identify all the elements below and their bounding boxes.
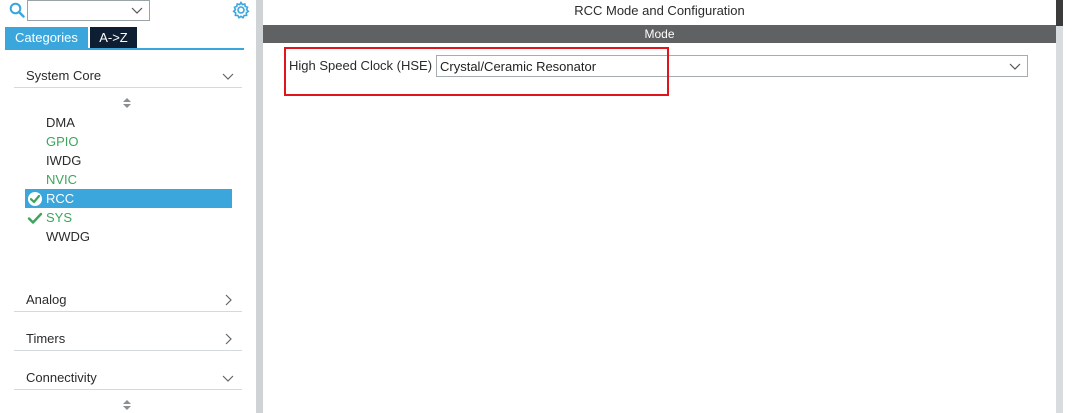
category-connectivity[interactable]: Connectivity (14, 365, 242, 390)
chevron-down-icon[interactable] (222, 70, 234, 82)
tree-item-label: SYS (46, 210, 73, 225)
category-analog[interactable]: Analog (14, 287, 242, 312)
tree-item-iwdg[interactable]: IWDG (25, 151, 232, 170)
tree-item-gpio[interactable]: GPIO (25, 132, 232, 151)
search-input[interactable] (27, 0, 150, 21)
right-splitter-bar[interactable] (1056, 0, 1063, 413)
main-panel: RCC Mode and Configuration Mode High Spe… (263, 0, 1056, 413)
search-icon[interactable] (9, 2, 25, 18)
category-timers[interactable]: Timers (14, 326, 242, 351)
tree-item-sys[interactable]: SYS (25, 208, 232, 227)
chevron-down-icon[interactable] (1009, 60, 1021, 72)
scroll-arrows-icon[interactable] (122, 97, 132, 109)
tab-categories[interactable]: Categories (5, 27, 88, 48)
tree-item-nvic[interactable]: NVIC (25, 170, 232, 189)
category-label: Timers (26, 331, 66, 346)
tree-item-label: GPIO (46, 134, 79, 149)
check-circle-icon (28, 192, 42, 206)
tree-item-label: RCC (46, 191, 75, 206)
tree-item-wwdg[interactable]: WWDG (25, 227, 232, 246)
chevron-down-icon[interactable] (131, 4, 143, 16)
sidebar-splitter[interactable] (256, 0, 263, 413)
mode-section-header[interactable]: Mode (263, 25, 1056, 43)
chevron-right-icon[interactable] (222, 333, 234, 345)
category-label: Analog (26, 292, 67, 307)
check-icon (27, 212, 43, 224)
right-splitter[interactable] (1056, 0, 1075, 413)
tab-underline (5, 48, 244, 50)
chevron-right-icon[interactable] (222, 294, 234, 306)
sidebar: Categories A->Z System Core DMA GPIO IWD… (0, 0, 256, 413)
tree-item-label: WWDG (46, 229, 91, 244)
chevron-down-icon[interactable] (222, 372, 234, 384)
tree-item-dma[interactable]: DMA (25, 113, 232, 132)
tab-a-z[interactable]: A->Z (90, 27, 137, 48)
tree-item-label: IWDG (46, 153, 82, 168)
tree-item-rcc[interactable]: RCC (25, 189, 232, 208)
gear-icon[interactable] (232, 1, 250, 19)
category-label: Connectivity (26, 370, 97, 385)
category-system-core[interactable]: System Core (14, 63, 242, 88)
category-label: System Core (26, 68, 102, 83)
collapse-handle[interactable] (1056, 0, 1063, 26)
highlight-annotation (284, 47, 669, 96)
panel-title: RCC Mode and Configuration (574, 3, 745, 18)
tree-item-label: DMA (46, 115, 75, 130)
scroll-arrows-icon[interactable] (122, 399, 132, 411)
tree-item-label: NVIC (46, 172, 78, 187)
